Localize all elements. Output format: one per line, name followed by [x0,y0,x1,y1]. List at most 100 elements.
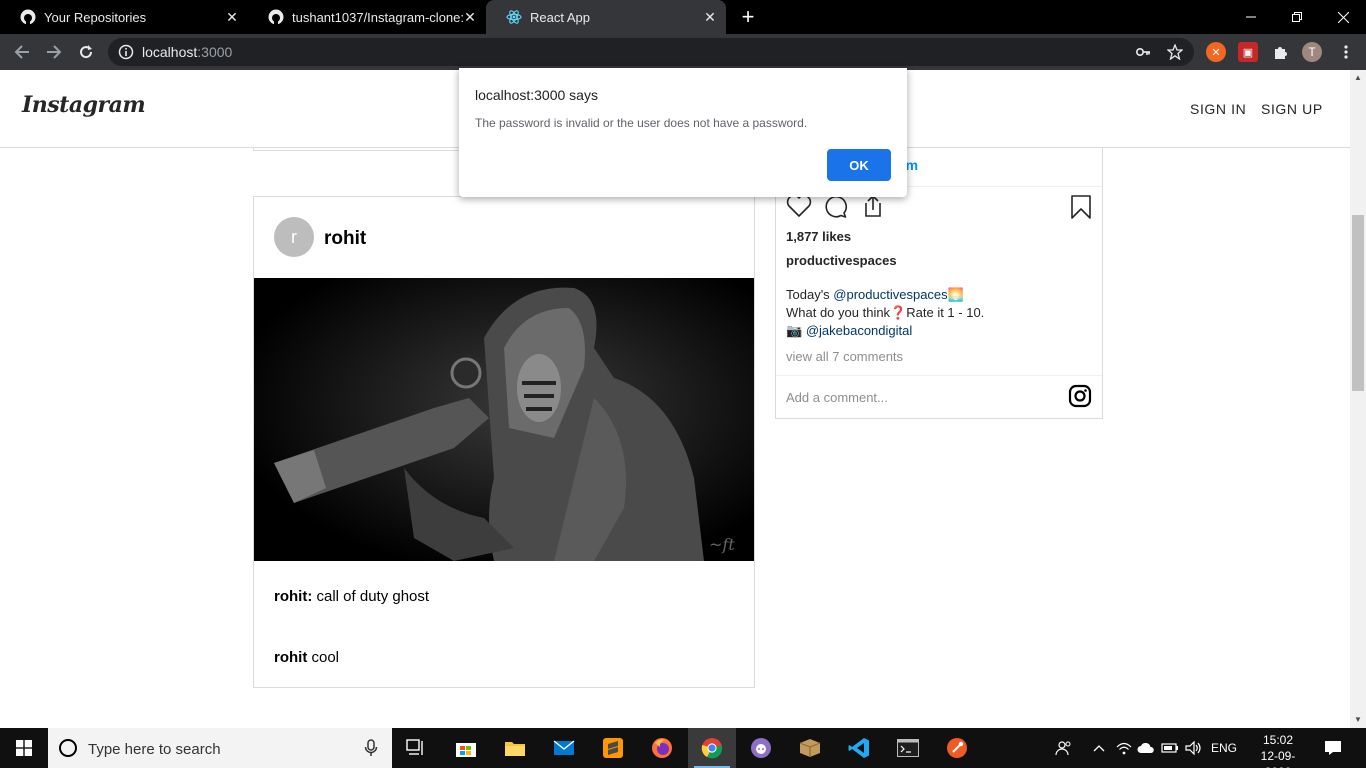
scroll-up-icon[interactable]: ▲ [1354,74,1362,82]
more-menu-icon[interactable] [1336,42,1356,62]
close-window-button[interactable] [1320,0,1366,34]
post-comment: rohit cool [274,649,339,666]
key-icon[interactable] [1135,44,1151,60]
back-button[interactable] [10,40,34,64]
people-icon[interactable] [1052,728,1076,768]
caption-username[interactable]: rohit: [274,588,312,605]
likes-count: 1,877 likes [786,229,852,244]
url-text: localhost:3000 [142,44,233,60]
sign-in-button[interactable]: SIGN IN [1190,101,1246,117]
avatar[interactable]: T [1302,42,1322,62]
tab-title: Your Repositories [44,9,147,25]
browser-tab-strip: Your Repositories ✕ tushant1037/Instagra… [0,0,1366,34]
caption-line: 📷 @jakebacondigital [786,323,912,339]
taskbar-search-box[interactable]: Type here to search [48,728,392,768]
windows-start-button[interactable] [0,728,48,768]
windows-taskbar: Type here to search ENG 15:02 12-09- [0,728,1366,768]
microsoft-store-icon[interactable] [442,728,490,768]
share-icon[interactable] [858,194,884,220]
tab-instagram-clone-repo[interactable]: tushant1037/Instagram-clone: In ✕ [248,0,486,34]
close-icon[interactable]: ✕ [702,9,718,25]
vscode-icon[interactable] [835,728,883,768]
tab-your-repositories[interactable]: Your Repositories ✕ [0,0,248,34]
clock-date: 12-09-2020 [1260,749,1296,768]
volume-icon[interactable] [1184,728,1204,768]
info-icon[interactable] [118,44,134,60]
puzzle-icon[interactable] [1270,42,1290,62]
notification-icon[interactable] [1320,728,1346,768]
clock-time: 15:02 [1262,733,1294,747]
task-view-icon[interactable] [392,728,440,768]
chrome-icon[interactable] [688,728,736,768]
scroll-down-icon[interactable]: ▼ [1354,716,1362,724]
chevron-up-icon[interactable] [1090,728,1108,768]
comment-icon[interactable] [822,194,848,220]
battery-icon[interactable] [1160,728,1180,768]
system-clock[interactable]: 15:02 12-09-2020 [1250,732,1306,768]
tab-title: tushant1037/Instagram-clone: In [292,9,467,25]
forward-button[interactable] [42,40,66,64]
post-account-name[interactable]: productivespaces [786,253,897,268]
minimize-button[interactable] [1228,0,1274,34]
alert-title: localhost:3000 says [475,87,598,103]
scrollbar-thumb[interactable] [1352,215,1364,391]
alert-dialog: localhost:3000 says The password is inva… [459,68,907,197]
alert-message: The password is invalid or the user does… [475,116,808,130]
caption-line: Today's @productivespaces🌅 [786,287,964,302]
address-bar[interactable]: localhost:3000 [108,38,1194,66]
react-icon [506,9,522,25]
mail-icon[interactable] [540,728,588,768]
browser-toolbar: localhost:3000 ✕ ▣ T [0,34,1366,70]
post-actions [786,194,884,220]
close-icon[interactable]: ✕ [224,9,240,25]
file-explorer-icon[interactable] [491,728,539,768]
ok-button[interactable]: OK [827,149,891,181]
package-icon[interactable] [786,728,834,768]
instagram-logo[interactable]: Instagram [22,92,146,118]
page-scrollbar[interactable]: ▲ ▼ [1350,70,1366,728]
post-card: r rohit ~ft rohit: call of duty ghost ro… [253,196,755,688]
comment-username[interactable]: rohit [274,649,307,666]
language-indicator[interactable]: ENG [1208,728,1240,768]
search-placeholder: Type here to search [88,741,221,758]
close-icon[interactable]: ✕ [462,9,478,25]
github-desktop-icon[interactable] [737,728,785,768]
restore-button[interactable] [1274,0,1320,34]
star-icon[interactable] [1166,43,1184,61]
github-icon [268,9,284,25]
terminal-icon[interactable] [884,728,932,768]
view-all-comments-link[interactable]: view all 7 comments [786,349,903,364]
wifi-icon[interactable] [1114,728,1134,768]
tab-react-app[interactable]: React App ✕ [486,0,726,34]
mention-link[interactable]: @productivespaces [833,287,947,302]
reload-button[interactable] [74,40,98,64]
svg-text:~ft: ~ft [709,535,735,554]
post-username[interactable]: rohit [324,228,366,250]
divider [776,375,1102,376]
add-comment-input[interactable]: Add a comment... [786,390,888,405]
sunrise-emoji-icon: 🌅 [947,287,964,302]
heart-icon[interactable] [786,194,812,220]
tab-title: React App [530,9,590,25]
caption-line: What do you think❓Rate it 1 - 10. [786,305,985,320]
avatar[interactable]: r [274,217,314,257]
github-icon [20,9,36,25]
camera-emoji-icon: 📷 [786,323,803,338]
microphone-icon[interactable] [364,739,378,762]
caption-text: call of duty ghost [312,588,430,605]
post-caption: rohit: call of duty ghost [274,588,429,605]
sublime-text-icon[interactable] [589,728,637,768]
extension-icon[interactable]: ▣ [1238,42,1258,62]
sign-up-button[interactable]: SIGN UP [1261,101,1323,117]
cloud-icon[interactable] [1136,728,1156,768]
search-icon [58,738,78,763]
new-tab-button[interactable]: + [738,6,758,28]
mention-link[interactable]: @jakebacondigital [806,323,912,338]
instagram-icon[interactable] [1068,384,1092,413]
bookmark-icon[interactable] [1070,194,1092,225]
firefox-icon[interactable] [638,728,686,768]
extension-icon[interactable]: ✕ [1206,42,1226,62]
comment-text: cool [307,649,340,666]
postman-icon[interactable] [933,728,981,768]
post-image: ~ft [254,278,754,561]
